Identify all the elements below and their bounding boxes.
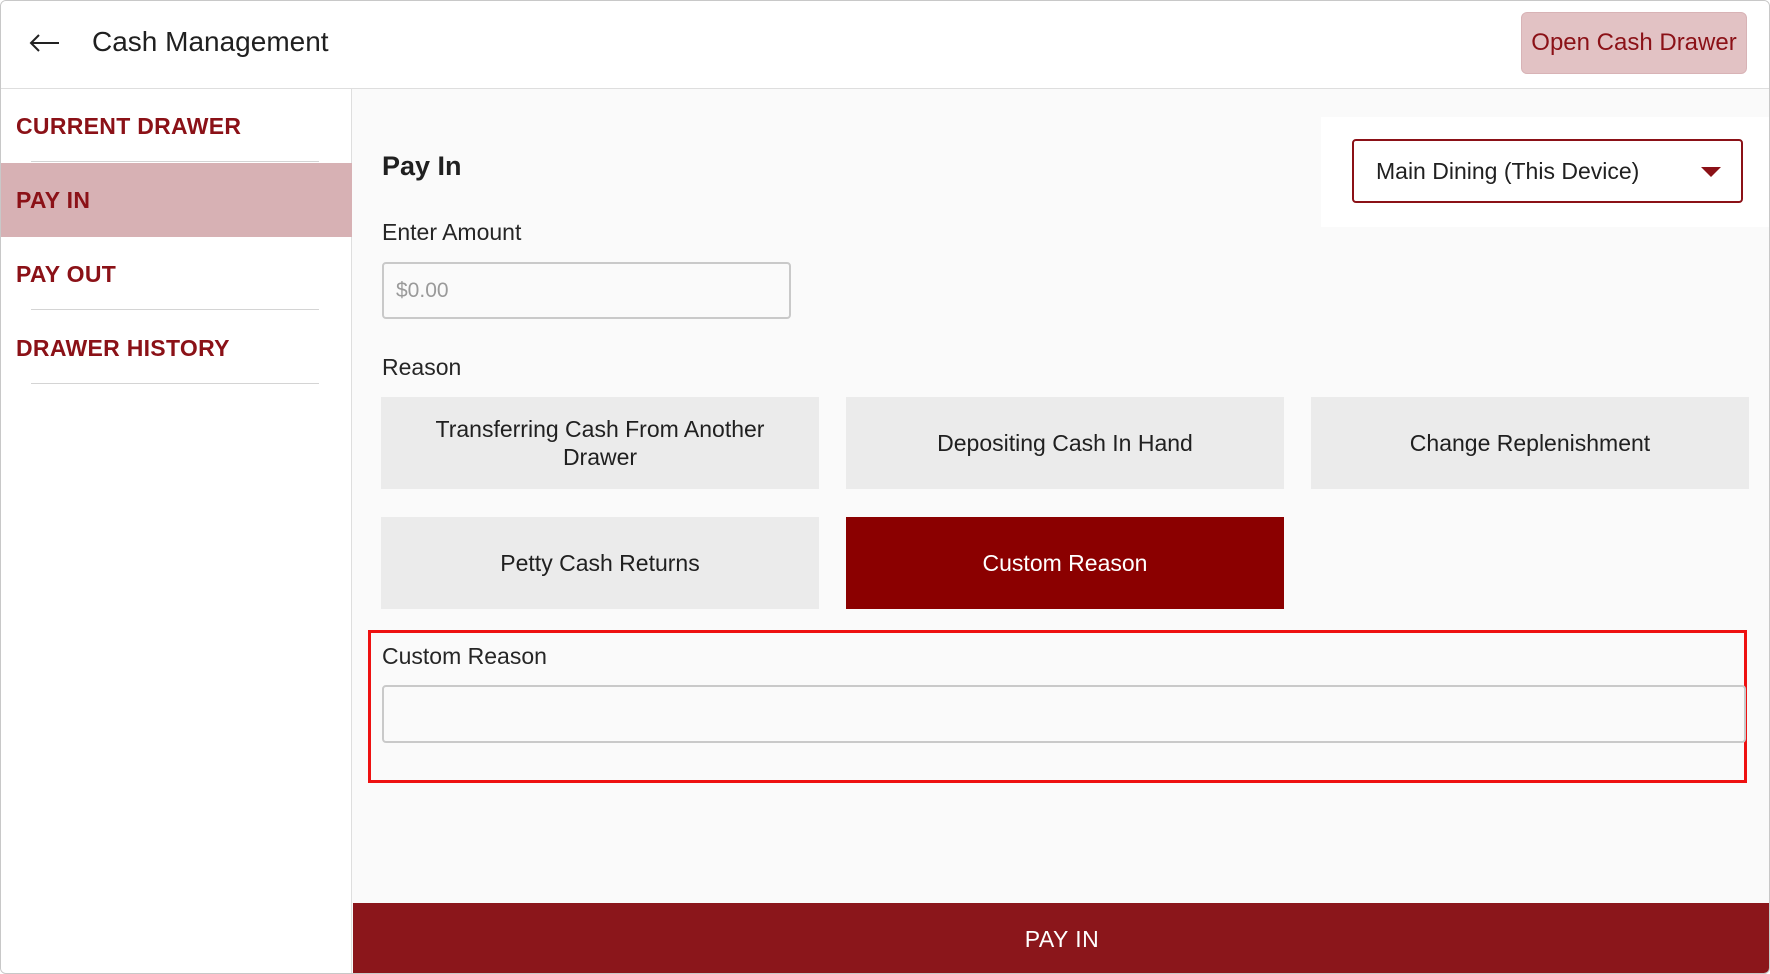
nav-divider bbox=[31, 309, 319, 310]
nav-divider bbox=[31, 161, 319, 162]
device-select-value: Main Dining (This Device) bbox=[1376, 157, 1640, 184]
amount-label: Enter Amount bbox=[382, 219, 522, 245]
sidebar-item-pay-out[interactable]: PAY OUT bbox=[1, 237, 352, 311]
pay-in-submit-button[interactable]: PAY IN bbox=[353, 903, 1769, 973]
reason-change-replenishment-button[interactable]: Change Replenishment bbox=[1311, 397, 1749, 489]
section-title: Pay In bbox=[382, 151, 462, 181]
device-select-dropdown[interactable]: Main Dining (This Device) bbox=[1352, 139, 1743, 203]
reason-petty-cash-returns-button[interactable]: Petty Cash Returns bbox=[381, 517, 819, 609]
app-window: Cash Management Open Cash Drawer CURRENT… bbox=[0, 0, 1770, 974]
reason-label: Reason bbox=[382, 354, 462, 380]
page-title: Cash Management bbox=[92, 26, 329, 57]
custom-reason-label: Custom Reason bbox=[382, 643, 547, 669]
back-button[interactable] bbox=[25, 23, 65, 63]
chevron-down-icon bbox=[1701, 167, 1721, 177]
sidebar-item-pay-in[interactable]: PAY IN bbox=[1, 163, 352, 237]
reason-custom-reason-button[interactable]: Custom Reason bbox=[846, 517, 1284, 609]
reason-depositing-cash-button[interactable]: Depositing Cash In Hand bbox=[846, 397, 1284, 489]
arrow-left-icon bbox=[29, 34, 59, 52]
reason-transferring-cash-button[interactable]: Transferring Cash From Another Drawer bbox=[381, 397, 819, 489]
sidebar-item-drawer-history[interactable]: DRAWER HISTORY bbox=[1, 311, 352, 385]
sidebar-item-current-drawer[interactable]: CURRENT DRAWER bbox=[1, 89, 352, 163]
amount-input[interactable] bbox=[382, 262, 791, 319]
nav-divider bbox=[31, 383, 319, 384]
open-cash-drawer-button[interactable]: Open Cash Drawer bbox=[1521, 12, 1747, 74]
app-header: Cash Management Open Cash Drawer bbox=[1, 1, 1769, 89]
custom-reason-input[interactable] bbox=[382, 685, 1746, 743]
